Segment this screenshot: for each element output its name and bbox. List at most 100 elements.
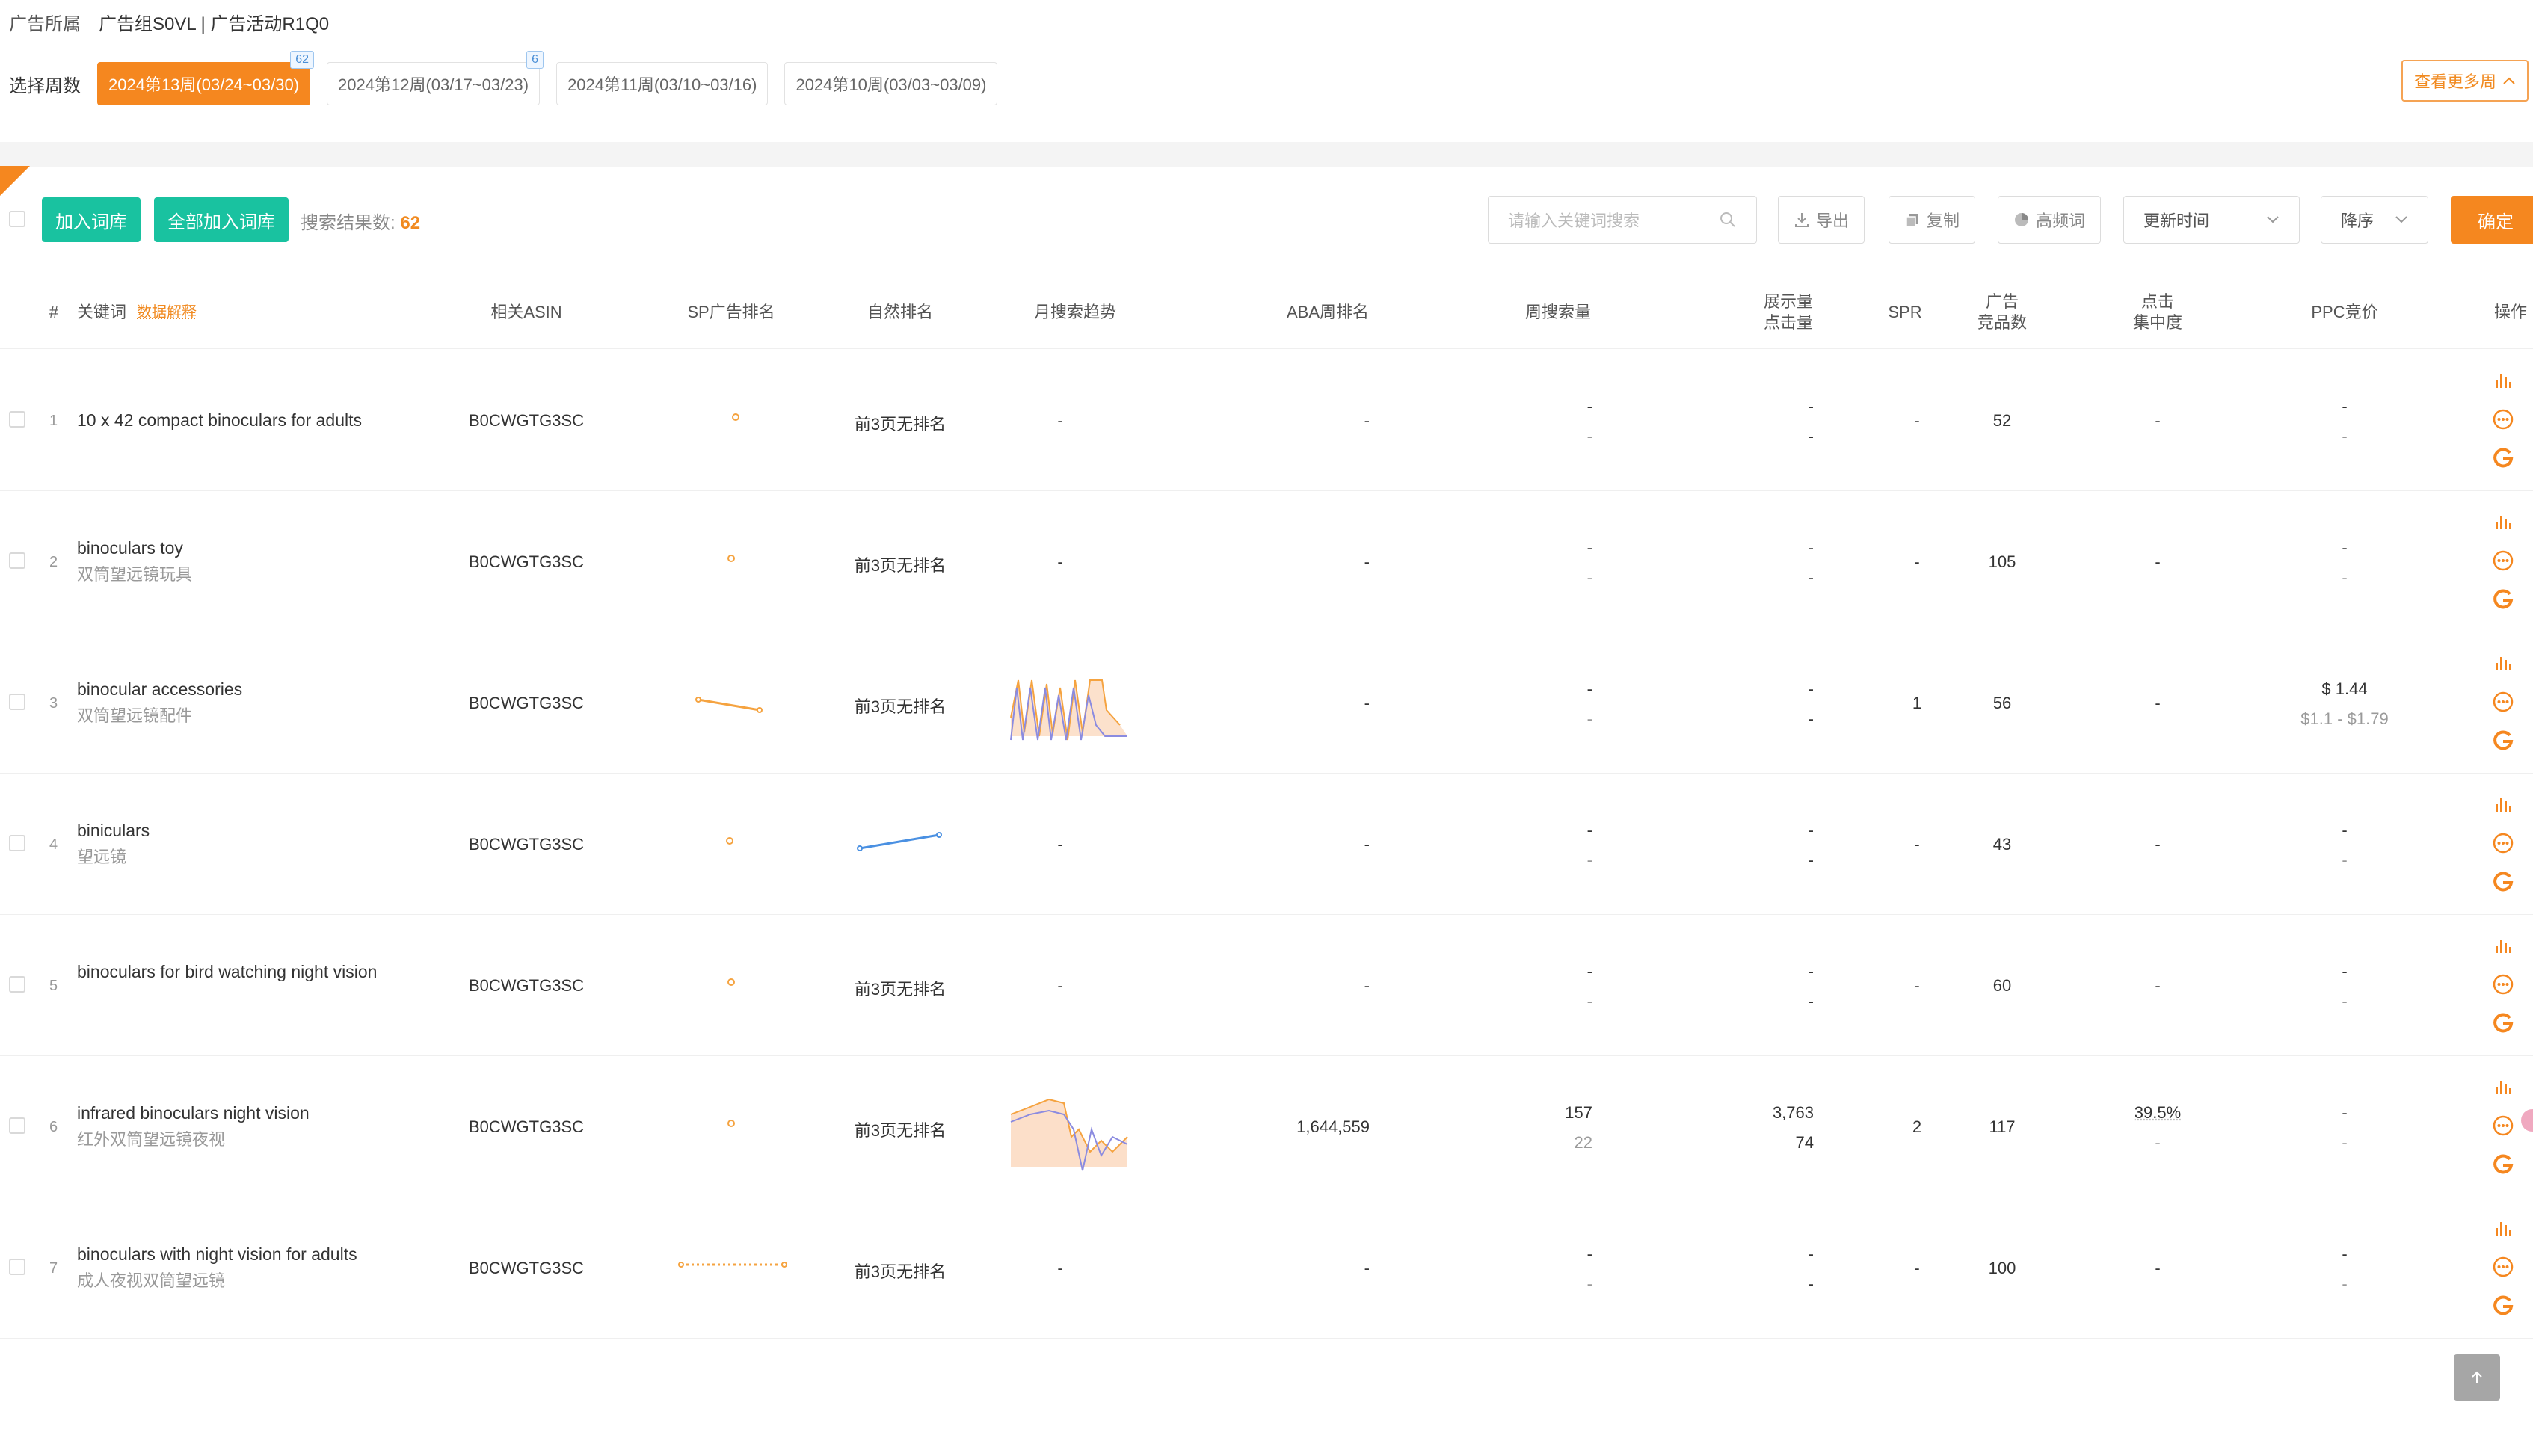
google-g-icon[interactable]: [2490, 1011, 2516, 1036]
sp-rank-sparkline[interactable]: [724, 835, 736, 851]
asin-cell[interactable]: B0CWGTG3SC: [469, 1117, 584, 1137]
export-button[interactable]: 导出: [1778, 196, 1865, 244]
asin-cell[interactable]: B0CWGTG3SC: [469, 411, 584, 431]
keyword-cell[interactable]: 10 x 42 compact binoculars for adults: [77, 407, 466, 434]
asin-cell[interactable]: B0CWGTG3SC: [469, 1259, 584, 1278]
asin-cell[interactable]: B0CWGTG3SC: [469, 835, 584, 854]
arrow-up-icon: [2472, 1371, 2482, 1383]
keyword-cell[interactable]: binoculars for bird watching night visio…: [77, 958, 391, 985]
week-option-13[interactable]: 2024第13周(03/24~03/30) 62: [97, 51, 315, 105]
add-all-to-library-button[interactable]: 全部加入词库: [154, 197, 289, 242]
more-circle-icon[interactable]: [2490, 407, 2516, 432]
copy-icon: [1906, 214, 1918, 227]
bar-chart-icon[interactable]: [2490, 368, 2516, 393]
row-checkbox[interactable]: [9, 834, 25, 851]
bar-chart-icon[interactable]: [2490, 1215, 2516, 1241]
bar-chart-icon[interactable]: [2490, 933, 2516, 958]
more-circle-icon[interactable]: [2490, 830, 2516, 856]
week-option-11[interactable]: 2024第11周(03/10~03/16): [556, 62, 769, 105]
col-ad-products[interactable]: 广告 竞品数: [1978, 277, 2027, 348]
keyword-cell[interactable]: binocular accessories 双筒望远镜配件: [77, 676, 406, 729]
keyword-cell[interactable]: binoculars toy 双筒望远镜玩具: [77, 534, 406, 588]
table-row[interactable]: 5 binoculars for bird watching night visi…: [0, 914, 2533, 1056]
select-all-checkbox[interactable]: [9, 211, 25, 227]
sp-rank-sparkline[interactable]: [694, 694, 769, 720]
row-checkbox[interactable]: [9, 975, 25, 993]
keyword-cell[interactable]: binoculars with night vision for adults 成…: [77, 1241, 406, 1295]
confirm-button[interactable]: 确定: [2451, 196, 2533, 244]
bar-chart-icon[interactable]: [2490, 509, 2516, 534]
keyword-text[interactable]: infrared binoculars night vision: [77, 1099, 406, 1126]
table-row[interactable]: 1 10 x 42 compact binoculars for adults B0…: [0, 349, 2533, 491]
keyword-search-input[interactable]: 请输入关键词搜索: [1488, 196, 1757, 244]
sp-rank-sparkline[interactable]: [725, 552, 737, 568]
asin-cell[interactable]: B0CWGTG3SC: [469, 694, 584, 713]
row-checkbox[interactable]: [9, 693, 25, 710]
row-checkbox[interactable]: [9, 1258, 25, 1275]
more-circle-icon[interactable]: [2490, 689, 2516, 715]
data-explain-link[interactable]: 数据解释: [137, 302, 197, 323]
sp-rank-sparkline[interactable]: [725, 976, 737, 992]
more-circle-icon[interactable]: [2490, 1113, 2516, 1138]
asin-cell[interactable]: B0CWGTG3SC: [469, 552, 584, 572]
table-row[interactable]: 7 binoculars with night vision for adults…: [0, 1197, 2533, 1339]
keyword-text[interactable]: binoculars for bird watching night visio…: [77, 958, 391, 985]
back-to-top-button[interactable]: [2454, 1354, 2500, 1401]
row-checkbox[interactable]: [9, 410, 25, 428]
bar-chart-icon[interactable]: [2490, 1074, 2516, 1099]
table-row[interactable]: 3 binocular accessories 双筒望远镜配件 B0CWGTG3SC 前…: [0, 632, 2533, 774]
monthly-trend-chart[interactable]: [1008, 1085, 1135, 1178]
google-g-icon[interactable]: [2490, 869, 2516, 895]
google-g-icon[interactable]: [2490, 1293, 2516, 1318]
row-checkbox[interactable]: [9, 552, 25, 569]
high-frequency-button[interactable]: 高频词: [1998, 196, 2102, 244]
keyword-text[interactable]: binoculars toy: [77, 534, 406, 561]
sp-rank-sparkline[interactable]: [725, 1117, 737, 1133]
col-aba-rank[interactable]: ABA周排名: [1287, 277, 1369, 348]
copy-button[interactable]: 复制: [1889, 196, 1976, 244]
keyword-text[interactable]: 10 x 42 compact binoculars for adults: [77, 407, 466, 434]
row-index: 1: [49, 412, 58, 429]
table-row[interactable]: 2 binoculars toy 双筒望远镜玩具 B0CWGTG3SC 前3页无排名 - -…: [0, 490, 2533, 632]
week-option-10[interactable]: 2024第10周(03/03~03/09): [784, 62, 998, 105]
row-checkbox[interactable]: [9, 1117, 25, 1134]
google-g-icon[interactable]: [2490, 1152, 2516, 1177]
sp-rank-sparkline[interactable]: [677, 1259, 789, 1274]
keyword-text[interactable]: biniculars: [77, 817, 406, 844]
keyword-cell[interactable]: infrared binoculars night vision 红外双筒望远镜夜…: [77, 1099, 406, 1153]
col-ppc[interactable]: PPC竞价: [2311, 277, 2377, 348]
bar-chart-icon[interactable]: [2490, 792, 2516, 817]
sort-field-select[interactable]: 更新时间: [2123, 196, 2300, 244]
keyword-text[interactable]: binoculars with night vision for adults: [77, 1241, 406, 1268]
week-option-12[interactable]: 2024第12周(03/17~03/23) 6: [327, 51, 544, 105]
col-keyword[interactable]: 关键词 数据解释: [77, 277, 197, 348]
sort-order-select[interactable]: 降序: [2321, 196, 2428, 244]
col-click-concentration[interactable]: 点击 集中度: [2133, 277, 2182, 348]
more-circle-icon[interactable]: [2490, 1254, 2516, 1280]
more-circle-icon[interactable]: [2490, 972, 2516, 997]
impressions-value: 3,763: [1772, 1102, 1814, 1122]
spr-cell: 2: [1912, 1117, 1922, 1136]
keyword-cell[interactable]: biniculars 望远镜: [77, 817, 406, 871]
add-to-library-button[interactable]: 加入词库: [42, 197, 141, 242]
col-sp-rank[interactable]: SP广告排名: [687, 277, 775, 348]
col-impressions-clicks[interactable]: 展示量 点击量: [1764, 277, 1813, 348]
keyword-text[interactable]: binocular accessories: [77, 676, 406, 703]
monthly-trend-chart[interactable]: [1008, 665, 1135, 751]
col-natural-rank[interactable]: 自然排名: [867, 277, 933, 348]
natural-rank-sparkline[interactable]: [855, 830, 945, 857]
table-row[interactable]: 4 biniculars 望远镜 B0CWGTG3SC - - - - - - -43- - -: [0, 773, 2533, 915]
col-weekly-search[interactable]: 周搜索量: [1525, 277, 1591, 348]
table-row[interactable]: 6 infrared binoculars night vision 红外双筒望远镜…: [0, 1055, 2533, 1197]
more-circle-icon[interactable]: [2490, 548, 2516, 573]
more-weeks-button[interactable]: 查看更多周: [2401, 60, 2529, 102]
sp-rank-sparkline[interactable]: [730, 411, 742, 427]
ppc-value: -: [2342, 1244, 2348, 1263]
asin-cell[interactable]: B0CWGTG3SC: [469, 976, 584, 996]
google-g-icon[interactable]: [2490, 728, 2516, 753]
search-icon[interactable]: [1719, 211, 1737, 229]
col-spr[interactable]: SPR: [1888, 277, 1921, 348]
google-g-icon[interactable]: [2490, 445, 2516, 471]
google-g-icon[interactable]: [2490, 587, 2516, 612]
bar-chart-icon[interactable]: [2490, 650, 2516, 676]
